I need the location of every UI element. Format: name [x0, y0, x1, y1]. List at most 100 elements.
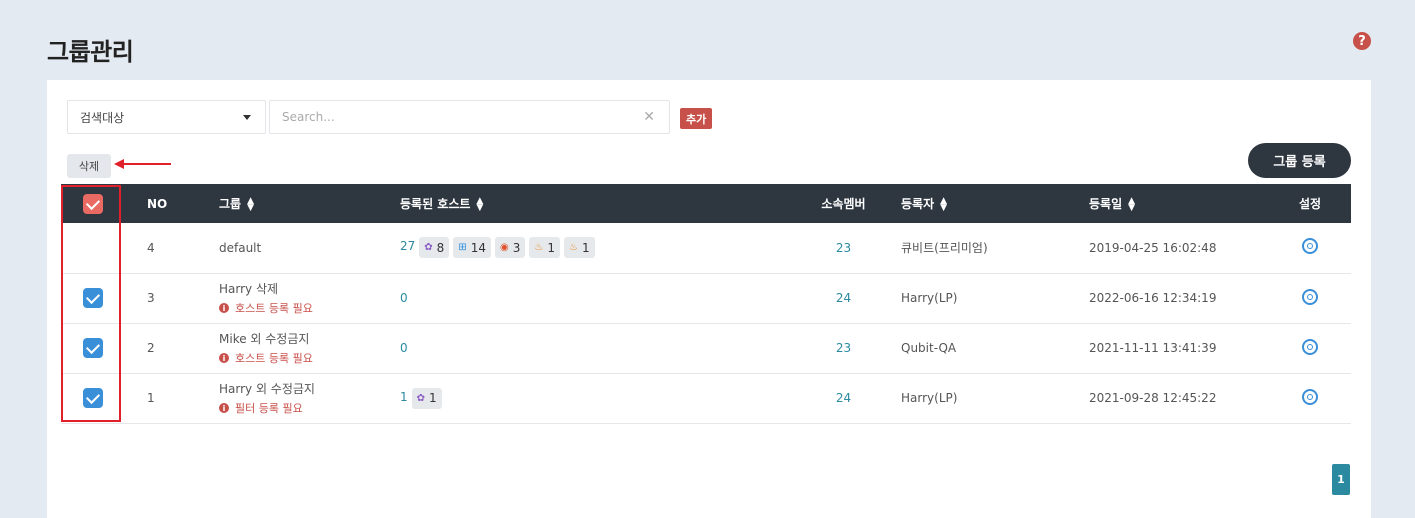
host-os-badge: ✿ 8 [419, 237, 450, 259]
info-icon: i [219, 353, 229, 363]
row-settings [1269, 373, 1351, 423]
sort-icon[interactable]: ▲ ▼ [476, 196, 483, 212]
fire-icon: ♨ [534, 242, 544, 254]
member-count-link[interactable]: 23 [836, 341, 851, 355]
content-panel: 검색대상 ✕ 추가 삭제 그룹 등록 NO 그룹 ▲▼ 등록된 호스트 ▲▼ 소속멤… [47, 80, 1371, 518]
host-os-count: 1 [429, 391, 437, 405]
header-registrant[interactable]: 등록자 ▲ ▼ [901, 184, 1063, 223]
group-warning: i 호스트 등록 필요 [219, 300, 400, 316]
header-date[interactable]: 등록일 ▲ ▼ [1063, 184, 1269, 223]
row-members: 24 [786, 273, 901, 323]
row-group[interactable]: Mike 외 수정금지 i 호스트 등록 필요 [219, 323, 400, 373]
member-count-link[interactable]: 24 [836, 291, 851, 305]
row-registrant: Harry(LP) [901, 391, 958, 405]
windows-icon: ⊞ [458, 242, 467, 254]
group-name: Harry 외 수정금지 [219, 382, 315, 396]
header-hosts[interactable]: 등록된 호스트 ▲ ▼ [400, 184, 786, 223]
table-row: 3 Harry 삭제 i 호스트 등록 필요 0 24 Harry(LP) 2022… [61, 273, 1351, 323]
row-no: 4 [147, 240, 155, 255]
gear-icon[interactable] [1302, 288, 1318, 305]
header-no: NO [147, 196, 168, 211]
sort-icon[interactable]: ▲ ▼ [940, 196, 947, 212]
row-members: 23 [786, 223, 901, 273]
host-os-badge: ◉ 3 [494, 237, 526, 259]
host-total-link[interactable]: 0 [400, 341, 408, 355]
host-total-link[interactable]: 27 [400, 239, 415, 253]
add-button[interactable]: 추가 [680, 108, 713, 129]
question-circle-icon[interactable]: ? [1353, 32, 1371, 50]
group-name: Mike 외 수정금지 [219, 332, 310, 346]
table-row: 4 default 27 ✿ 8 ⊞ 14 ◉ 3 ♨ 1 ♨ 1 23 큐비트(프리미엄) 201… [61, 223, 1351, 273]
host-os-badge: ⊞ 14 [453, 237, 491, 259]
row-no: 2 [147, 341, 155, 355]
row-date: 2022-06-16 12:34:19 [1063, 273, 1269, 323]
info-icon: i [219, 403, 229, 413]
table-row: 1 Harry 외 수정금지 i 필터 등록 필요 1 ✿ 1 24 Harry(LP)… [61, 373, 1351, 423]
row-date-text: 2021-09-28 12:45:22 [1089, 391, 1217, 405]
close-icon[interactable]: ✕ [643, 109, 655, 125]
arrow-left-icon [114, 159, 171, 169]
group-name: Harry 삭제 [219, 282, 279, 296]
row-group[interactable]: Harry 외 수정금지 i 필터 등록 필요 [219, 373, 400, 423]
header-registrant-label: 등록자 [901, 197, 935, 211]
search-box[interactable]: ✕ [269, 100, 670, 134]
row-date: 2019-04-25 16:02:48 [1063, 223, 1269, 273]
host-os-badge: ♨ 1 [563, 237, 595, 259]
row-no: 1 [147, 391, 155, 405]
info-icon: i [219, 303, 229, 313]
table-header-row: NO 그룹 ▲ ▼ 등록된 호스트 ▲ ▼ 소속멤버 등록자 ▲ ▼ 등록일 ▲ ▼ 설정 [61, 184, 1351, 223]
row-group[interactable]: default [219, 223, 400, 273]
host-total-link[interactable]: 0 [400, 291, 408, 305]
group-warning-text: 필터 등록 필요 [235, 402, 303, 415]
gear-icon[interactable] [1302, 238, 1318, 255]
group-warning-text: 호스트 등록 필요 [235, 352, 313, 365]
row-date: 2021-09-28 12:45:22 [1063, 373, 1269, 423]
checkbox-highlight-box [61, 185, 121, 422]
group-warning: i 호스트 등록 필요 [219, 350, 400, 366]
row-members: 24 [786, 373, 901, 423]
row-group[interactable]: Harry 삭제 i 호스트 등록 필요 [219, 273, 400, 323]
host-total-link[interactable]: 1 [400, 390, 408, 404]
host-os-count: 3 [512, 240, 521, 255]
row-settings [1269, 273, 1351, 323]
row-date: 2021-11-11 13:41:39 [1063, 323, 1269, 373]
row-hosts: 0 [400, 323, 786, 373]
host-os-count: 1 [581, 240, 590, 255]
gear-icon[interactable] [1302, 338, 1318, 355]
row-hosts: 27 ✿ 8 ⊞ 14 ◉ 3 ♨ 1 ♨ 1 [400, 223, 786, 273]
row-settings [1269, 323, 1351, 373]
sort-icon[interactable]: ▲ ▼ [1128, 196, 1135, 212]
member-count-link[interactable]: 24 [836, 391, 851, 405]
pagination-page[interactable]: 1 [1332, 464, 1350, 495]
group-name: default [219, 240, 262, 255]
header-members: 소속멤버 [821, 197, 866, 211]
search-target-label: 검색대상 [80, 110, 125, 125]
member-count-link[interactable]: 23 [836, 241, 851, 255]
row-date-text: 2021-11-11 13:41:39 [1089, 341, 1217, 355]
table-row: 2 Mike 외 수정금지 i 호스트 등록 필요 0 23 Qubit-QA 20… [61, 323, 1351, 373]
header-date-label: 등록일 [1089, 197, 1123, 211]
linux-icon: ✿ [424, 242, 433, 254]
header-group-label: 그룹 [219, 197, 242, 211]
row-no: 3 [147, 291, 155, 305]
row-date-text: 2022-06-16 12:34:19 [1089, 291, 1217, 305]
row-hosts: 0 [400, 273, 786, 323]
host-os-badge: ♨ 1 [529, 237, 560, 259]
gear-icon[interactable] [1302, 388, 1318, 405]
host-os-count: 1 [547, 240, 555, 255]
page-title: 그룹관리 [47, 38, 134, 66]
host-os-count: 8 [436, 240, 445, 255]
ubuntu-icon: ◉ [499, 242, 509, 254]
host-os-count: 14 [470, 240, 486, 255]
search-input[interactable] [282, 110, 622, 124]
group-register-button[interactable]: 그룹 등록 [1248, 143, 1351, 178]
delete-button[interactable]: 삭제 [67, 154, 111, 178]
caret-down-icon [243, 115, 251, 120]
search-target-select[interactable]: 검색대상 [67, 100, 266, 134]
row-registrant: Qubit-QA [901, 341, 957, 355]
sort-icon[interactable]: ▲ ▼ [247, 196, 254, 212]
row-hosts: 1 ✿ 1 [400, 373, 786, 423]
header-settings: 설정 [1298, 197, 1322, 211]
header-group[interactable]: 그룹 ▲ ▼ [219, 184, 400, 223]
group-warning-text: 호스트 등록 필요 [235, 302, 313, 315]
